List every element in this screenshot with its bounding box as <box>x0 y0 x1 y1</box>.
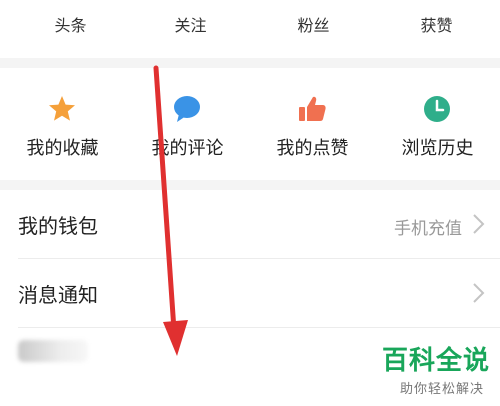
notifications-row[interactable]: 消息通知 <box>0 259 500 327</box>
my-likes-button[interactable]: 我的点赞 <box>250 68 375 180</box>
clock-icon <box>424 96 450 122</box>
blurred-label <box>18 340 88 362</box>
star-icon <box>49 96 75 121</box>
my-comments-label: 我的评论 <box>151 138 224 159</box>
wallet-label: 我的钱包 <box>18 214 98 238</box>
browsing-history-label: 浏览历史 <box>401 138 474 159</box>
my-likes-label: 我的点赞 <box>276 138 349 159</box>
quick-actions: 我的收藏 我的评论 我的点赞 浏览历史 <box>0 68 500 180</box>
comment-icon <box>174 96 200 122</box>
browsing-history-button[interactable]: 浏览历史 <box>375 68 500 180</box>
stat-headlines[interactable]: 头条 <box>8 12 133 36</box>
chevron-right-icon <box>473 283 485 303</box>
my-favorites-label: 我的收藏 <box>26 138 99 159</box>
stats-bar: 头条 关注 粉丝 获赞 <box>0 0 500 58</box>
mobile-topup-link[interactable]: 手机充值 <box>394 214 462 239</box>
notifications-label: 消息通知 <box>18 283 98 307</box>
wallet-row[interactable]: 我的钱包 手机充值 <box>0 190 500 258</box>
stat-followers[interactable]: 粉丝 <box>251 12 376 36</box>
stat-following[interactable]: 关注 <box>128 12 253 36</box>
stat-likes-received[interactable]: 获赞 <box>374 12 499 36</box>
thumbs-up-icon <box>299 96 326 121</box>
chevron-right-icon <box>473 214 485 234</box>
watermark-logo: 百科全说 助你轻松解决 <box>372 340 490 402</box>
watermark-title: 百科全说 <box>381 346 490 376</box>
watermark-subtitle: 助你轻松解决 <box>399 382 484 397</box>
my-favorites-button[interactable]: 我的收藏 <box>0 68 125 180</box>
my-comments-button[interactable]: 我的评论 <box>125 68 250 180</box>
